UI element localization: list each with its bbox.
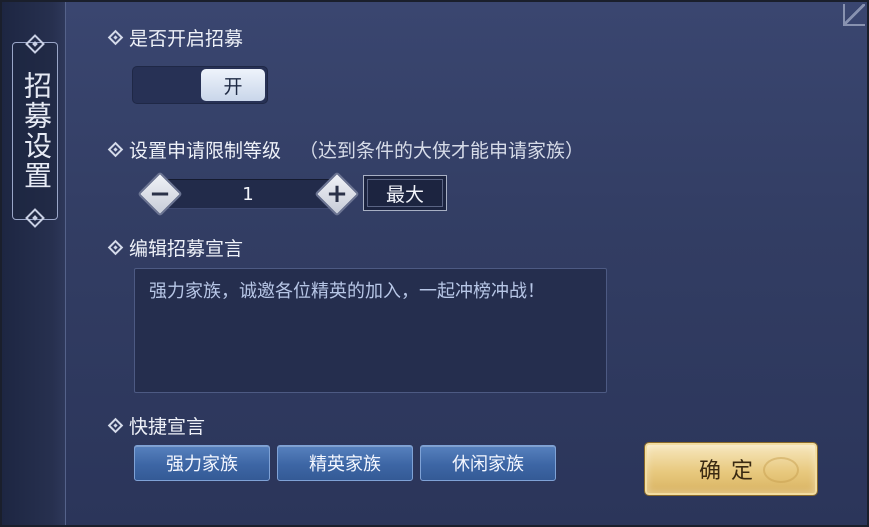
level-limit-label: 设置申请限制等级 (129, 140, 282, 162)
manifesto-textarea[interactable]: 强力家族，诚邀各位精英的加入，一起冲榜冲战！ (134, 268, 607, 393)
bullet-diamond-icon (107, 141, 124, 158)
minus-icon: − (149, 179, 171, 209)
side-tab-recruit-settings[interactable]: 招募设置 (12, 34, 58, 228)
quick-option-strong-button[interactable]: 强力家族 (134, 445, 270, 481)
recruit-toggle-label: 是否开启招募 (129, 28, 244, 50)
recruit-toggle-knob[interactable]: 开 (201, 69, 265, 101)
recruit-toggle-label-row: 是否开启招募 (107, 24, 244, 51)
bullet-diamond-icon (107, 29, 124, 46)
bullet-diamond-icon (107, 417, 124, 434)
plus-icon: + (326, 179, 348, 209)
level-stepper: 1 − + (137, 171, 360, 217)
bottom-ornament-icon (25, 208, 45, 228)
level-limit-label-row: 设置申请限制等级 （达到条件的大侠才能申请家族） (107, 136, 585, 163)
corner-ornament-icon (843, 4, 865, 26)
side-tab-title: 招募设置 (20, 71, 53, 191)
confirm-label: 确定 (698, 459, 763, 484)
level-value[interactable]: 1 (160, 179, 336, 209)
quick-label: 快捷宣言 (129, 416, 206, 438)
quick-option-casual-button[interactable]: 休闲家族 (420, 445, 556, 481)
level-limit-hint: （达到条件的大侠才能申请家族） (299, 140, 585, 162)
confirm-button[interactable]: 确定 (645, 443, 817, 495)
recruit-settings-panel: 招募设置 是否开启招募 开 设置申请限制等级 （达到条件的大侠才能申请家族） 1… (0, 0, 869, 527)
quick-option-elite-button[interactable]: 精英家族 (277, 445, 413, 481)
max-level-button[interactable]: 最大 (363, 175, 447, 211)
manifesto-label: 编辑招募宣言 (129, 238, 244, 260)
quick-label-row: 快捷宣言 (107, 412, 206, 439)
top-ornament-icon (25, 34, 45, 54)
swirl-ornament-icon (763, 457, 799, 483)
side-strip: 招募设置 (2, 2, 66, 525)
manifesto-label-row: 编辑招募宣言 (107, 234, 244, 261)
bullet-diamond-icon (107, 239, 124, 256)
recruit-toggle[interactable]: 开 (132, 66, 268, 104)
